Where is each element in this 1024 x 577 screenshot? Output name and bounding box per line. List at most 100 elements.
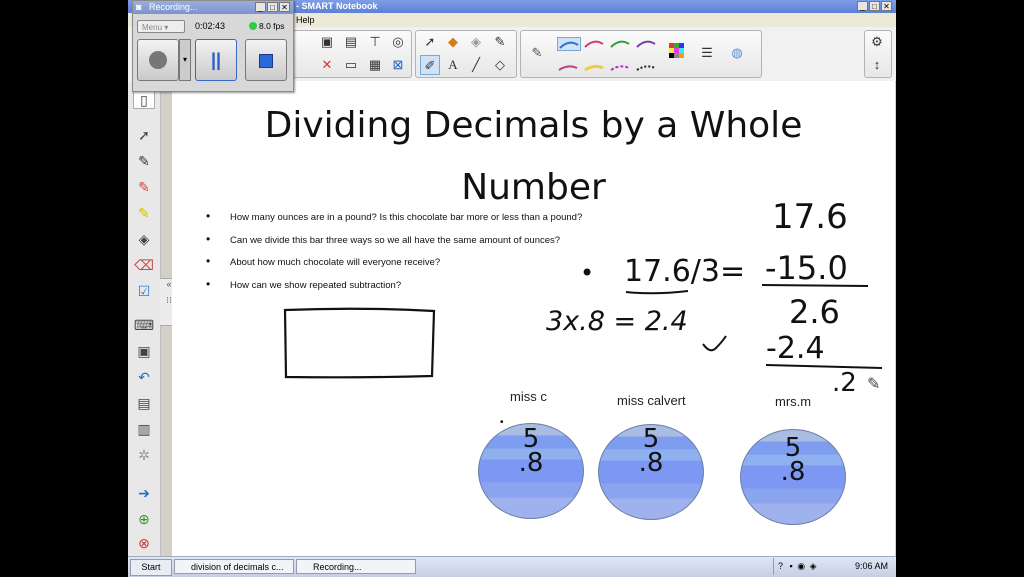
start-button[interactable]: Start: [130, 559, 172, 576]
minimize-button[interactable]: _: [857, 1, 868, 11]
screen-capture-icon[interactable]: ▣: [133, 341, 155, 361]
task-label: Recording...: [313, 562, 362, 572]
pen-style-red[interactable]: [583, 37, 605, 49]
hw-multiplication: 3x.8 = 2.4: [546, 306, 688, 337]
pause-button[interactable]: ||: [195, 39, 237, 81]
screen-capture-icon[interactable]: ▤: [341, 32, 361, 52]
pen-style-purple[interactable]: [635, 37, 657, 49]
close-button[interactable]: ✕: [881, 1, 892, 11]
keyboard-icon[interactable]: ⌨: [133, 315, 155, 335]
pen-style-dash-blue[interactable]: [557, 61, 579, 73]
recorder-window: ◙ Recording... _ □ ✕ Menu ▾ 0:02:43 8.0 …: [132, 0, 294, 92]
pen-stroke-icon: [636, 40, 656, 48]
record-button[interactable]: [137, 39, 179, 81]
answer-circle-3[interactable]: 5 .8: [740, 429, 846, 525]
drawn-rectangle[interactable]: [282, 306, 438, 380]
pen-style-blue[interactable]: [557, 37, 581, 51]
recorder-maximize-button[interactable]: □: [267, 2, 278, 12]
creative-pen-icon[interactable]: ◆: [443, 32, 463, 52]
transparency-icon[interactable]: ◍: [727, 43, 747, 63]
check-mark: [702, 335, 727, 352]
shape-eraser-icon[interactable]: ◇: [490, 55, 510, 75]
task-recording[interactable]: Recording...: [296, 559, 416, 574]
add-page-icon[interactable]: ⊕: [133, 509, 155, 529]
window-title: - SMART Notebook: [296, 1, 378, 11]
table-tool-icon[interactable]: ⊤: [365, 32, 385, 52]
stop-icon: [259, 54, 273, 68]
recorder-title: Recording...: [149, 2, 198, 12]
full-screen-icon[interactable]: ⊠: [388, 55, 408, 75]
task-notebook[interactable]: division of decimals c...: [174, 559, 294, 574]
toolbar-group-tools: ➚ ◆ ◈ ✎ ✐ A ╱ ◇: [415, 30, 517, 78]
toolbar-move-icon[interactable]: ↕: [867, 55, 887, 75]
student-name-2: miss calvert: [617, 393, 686, 408]
settings-gear-icon[interactable]: ⚙: [867, 32, 887, 52]
smart-tray-icon[interactable]: ◈: [810, 561, 817, 571]
spotlight-icon[interactable]: ▥: [133, 419, 155, 439]
pen-cursor-icon: ✎: [867, 376, 881, 393]
eraser-icon[interactable]: ◈: [133, 229, 155, 249]
recorder-menu-button[interactable]: Menu ▾: [137, 20, 185, 33]
subtraction-line-2: [765, 364, 883, 369]
insert-table-icon[interactable]: ▦: [365, 55, 385, 75]
subtraction-line-1: [761, 284, 869, 287]
web-icon[interactable]: ◎: [388, 32, 408, 52]
recorder-time: 0:02:43: [195, 21, 226, 31]
pen-stroke-icon: [584, 64, 604, 72]
pen-stroke-icon: [558, 65, 578, 71]
next-page-icon[interactable]: ➔: [133, 483, 155, 503]
settings-icon[interactable]: ✲: [133, 445, 155, 465]
hw-dividend: 17.6: [772, 197, 848, 237]
maximize-button[interactable]: □: [869, 1, 880, 11]
screen-shade-icon[interactable]: ▭: [341, 55, 361, 75]
eraser-icon[interactable]: ◈: [466, 32, 486, 52]
delete-icon[interactable]: ✕: [317, 55, 337, 75]
recorder-status-bar: Menu ▾ 0:02:43 8.0 fps: [133, 18, 293, 36]
creative-pen-icon[interactable]: ✎: [133, 177, 155, 197]
pen-style-green[interactable]: [609, 37, 631, 49]
delete-page-icon[interactable]: ⊗: [133, 533, 155, 553]
capture-area-icon[interactable]: ▤: [133, 393, 155, 413]
hw-bullet: •: [580, 259, 595, 287]
answer-circle-2[interactable]: 5 .8: [598, 424, 704, 520]
recorder-close-button[interactable]: ✕: [279, 2, 290, 12]
recorder-fps: 8.0 fps: [259, 21, 285, 31]
paste-icon[interactable]: ▣: [317, 32, 337, 52]
pen-stroke-icon: [610, 65, 630, 71]
question-item: How can we show repeated subtraction?: [204, 279, 684, 291]
color-palette-icon[interactable]: [667, 43, 687, 63]
magic-pen-icon[interactable]: ✎: [490, 32, 510, 52]
hw-remainder-1: 2.6: [789, 293, 840, 331]
clock: 9:06 AM: [854, 561, 888, 571]
slide-canvas[interactable]: Dividing Decimals by a Whole Number How …: [172, 81, 895, 556]
stray-dot: •: [500, 417, 504, 428]
select-arrow-icon[interactable]: ➚: [420, 32, 440, 52]
line-tool-icon[interactable]: ╱: [466, 55, 486, 75]
pen-style-black[interactable]: [635, 61, 657, 73]
select-arrow-icon[interactable]: ➚: [133, 125, 155, 145]
help-tray-icon[interactable]: ?: [778, 561, 783, 571]
magic-eraser-icon[interactable]: ⌫: [133, 255, 155, 275]
recorder-minimize-button[interactable]: _: [255, 2, 266, 12]
hw-remainder-2: .2: [832, 368, 857, 398]
undo-icon[interactable]: ↶: [133, 367, 155, 387]
pen-style-magenta[interactable]: [609, 61, 631, 73]
notes-icon[interactable]: ☑: [133, 281, 155, 301]
answer-circle-1[interactable]: 5 .8: [478, 423, 584, 519]
page-sorter-icon[interactable]: ▯: [133, 89, 155, 109]
menu-help[interactable]: Help: [296, 13, 315, 27]
toolbar-group-edit: ▣ ▤ ⊤ ◎ ✕ ▭ ▦ ⊠: [288, 30, 412, 78]
heading-line-1: Dividing Decimals by a Whole: [264, 105, 803, 146]
record-options-dropdown[interactable]: ▾: [179, 39, 191, 81]
pens-icon[interactable]: ✐: [420, 55, 440, 75]
network-tray-icon[interactable]: ▪: [790, 561, 793, 571]
volume-tray-icon[interactable]: ◉: [797, 561, 805, 571]
pen-style-yellow[interactable]: [583, 61, 605, 73]
student-name-1: miss c: [510, 389, 547, 404]
stop-button[interactable]: [245, 39, 287, 81]
pen-tool-icon[interactable]: ✎: [133, 151, 155, 171]
text-tool-icon[interactable]: A: [443, 55, 463, 75]
pen-style-icon[interactable]: ✎: [527, 43, 547, 63]
highlighter-icon[interactable]: ✎: [133, 203, 155, 223]
line-style-icon[interactable]: ☰: [697, 43, 717, 63]
